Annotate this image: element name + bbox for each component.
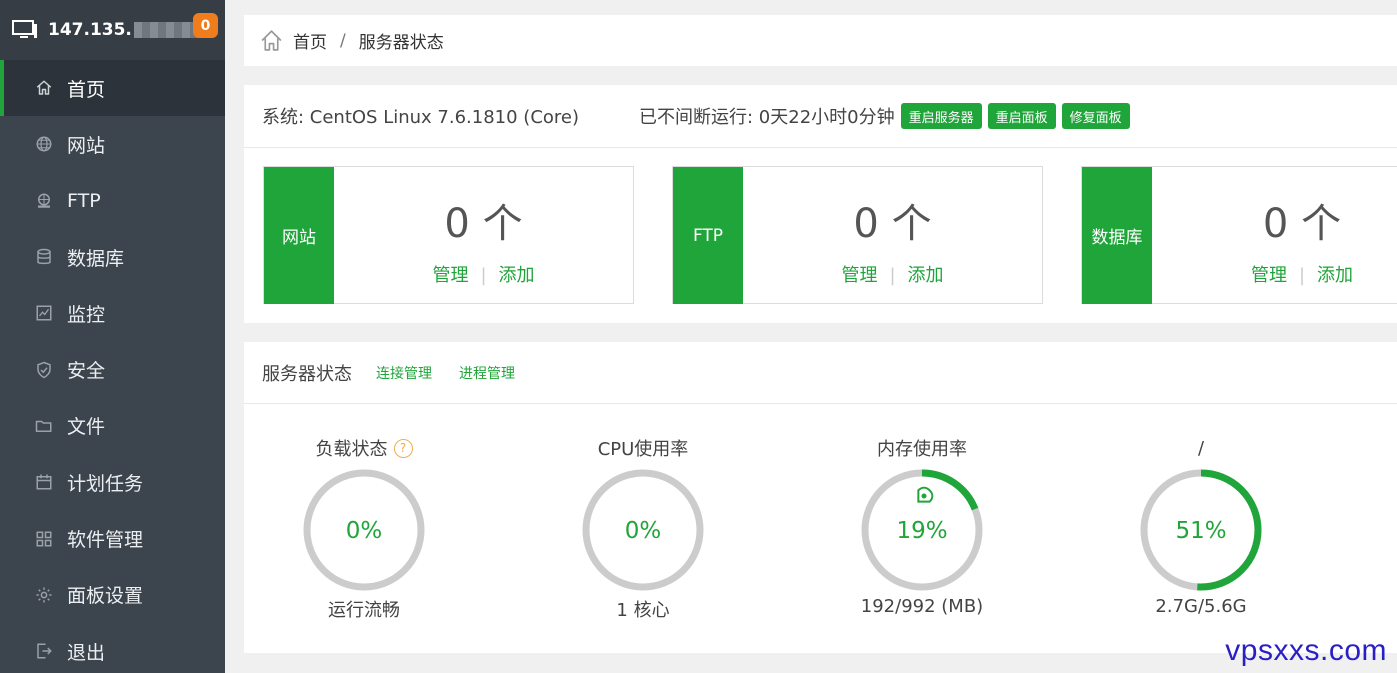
gauge-percent: 51% xyxy=(1175,518,1226,544)
server-status-header: 服务器状态 连接管理 进程管理 xyxy=(244,342,1397,404)
sidebar-item-label: 首页 xyxy=(67,78,106,101)
sidebar-item-label: 计划任务 xyxy=(67,472,144,495)
breadcrumb: 首页 / 服务器状态 xyxy=(244,15,1397,66)
server-header: 147.135. 0 xyxy=(0,0,225,60)
gauge-percent: 0% xyxy=(625,518,662,544)
system-card: 系统: CentOS Linux 7.6.1810 (Core) 已不间断运行:… xyxy=(244,85,1397,323)
sidebar-item[interactable]: 监控 xyxy=(0,285,225,341)
breadcrumb-separator: / xyxy=(340,30,346,51)
stat-count: 0 个 xyxy=(853,201,932,247)
stat-card-ftp: FTP 0 个 管理 | 添加 xyxy=(672,166,1043,304)
manage-ftp-link[interactable]: 管理 xyxy=(841,265,877,286)
sidebar-item-label: 退出 xyxy=(67,641,106,664)
restart-panel-button[interactable]: 重启面板 xyxy=(987,103,1056,129)
process-manage-link[interactable]: 进程管理 xyxy=(459,363,515,383)
sidebar-item-label: 安全 xyxy=(67,360,106,383)
gauge-title: 负载状态 xyxy=(315,439,388,460)
manage-sites-link[interactable]: 管理 xyxy=(432,265,468,286)
sidebar-item[interactable]: 退出 xyxy=(0,623,225,673)
ftp-icon xyxy=(34,191,54,211)
sidebar-item-label: 数据库 xyxy=(67,247,125,270)
server-status-card: 服务器状态 连接管理 进程管理 负载状态? 0% 运行流畅 CPU使用率 0% 1 核心 内… xyxy=(244,342,1397,653)
sidebar-item-label: 面板设置 xyxy=(67,585,144,608)
os-info: 系统: CentOS Linux 7.6.1810 (Core) xyxy=(262,107,580,128)
rocket-icon xyxy=(917,486,934,503)
breadcrumb-home[interactable]: 首页 xyxy=(293,28,327,53)
gauge: 内存使用率 19% 192/992 (MB) xyxy=(822,436,1022,617)
gauge: 负载状态? 0% 运行流畅 xyxy=(264,436,464,622)
restart-server-button[interactable]: 重启服务器 xyxy=(900,103,982,129)
database-icon xyxy=(34,247,54,267)
sidebar-item[interactable]: 首页 xyxy=(0,60,225,117)
stat-count: 0 个 xyxy=(444,201,523,247)
stat-tag: FTP xyxy=(673,167,743,304)
gauge-title: / xyxy=(1197,437,1205,459)
globe-icon xyxy=(34,134,54,154)
link-divider: | xyxy=(480,265,487,286)
server-status-title: 服务器状态 xyxy=(262,363,352,385)
sidebar-item[interactable]: 安全 xyxy=(0,341,225,397)
home-icon[interactable] xyxy=(259,28,284,53)
connection-manage-link[interactable]: 连接管理 xyxy=(376,363,432,383)
gauge-footer: 运行流畅 xyxy=(328,600,400,621)
gauge: / 51% 2.7G/5.6G xyxy=(1101,436,1301,617)
logout-icon xyxy=(34,641,54,661)
grid-apps-icon xyxy=(34,529,54,549)
gauge-ring[interactable]: 19% xyxy=(858,466,986,594)
sidebar-item-label: 文件 xyxy=(67,416,106,439)
server-ip: 147.135. xyxy=(48,20,132,40)
gauge: CPU使用率 0% 1 核心 xyxy=(543,436,743,622)
sidebar-item[interactable]: 软件管理 xyxy=(0,510,225,566)
sidebar-item-label: 监控 xyxy=(67,303,106,326)
breadcrumb-current: 服务器状态 xyxy=(358,33,444,53)
sidebar: 147.135. 0 首页网站 FTP 数据库监控安全文件计划任务软件管理面板设置退… xyxy=(0,0,225,673)
sidebar-item[interactable]: 数据库 xyxy=(0,229,225,285)
folder-icon xyxy=(34,416,54,436)
stat-tag: 数据库 xyxy=(1082,167,1152,304)
gauge-title: CPU使用率 xyxy=(597,439,689,460)
gauge-ring[interactable]: 51% xyxy=(1137,466,1265,594)
sidebar-item[interactable]: 文件 xyxy=(0,398,225,454)
sidebar-item-label: FTP xyxy=(67,189,101,212)
gauge-ring[interactable]: 0% xyxy=(300,466,428,594)
gauge-ring[interactable]: 0% xyxy=(579,466,707,594)
link-divider: | xyxy=(1298,265,1306,286)
add-ftp-link[interactable]: 添加 xyxy=(908,265,944,286)
system-info-bar: 系统: CentOS Linux 7.6.1810 (Core) 已不间断运行:… xyxy=(244,85,1397,148)
add-site-link[interactable]: 添加 xyxy=(499,265,535,286)
stat-count: 0 个 xyxy=(1262,201,1342,247)
shield-icon xyxy=(34,360,54,380)
manage-database-link[interactable]: 管理 xyxy=(1251,265,1287,286)
gauge-percent: 0% xyxy=(346,518,383,544)
monitor-chart-icon xyxy=(34,303,54,323)
add-database-link[interactable]: 添加 xyxy=(1317,265,1353,286)
sidebar-item-label: 网站 xyxy=(67,134,106,157)
sidebar-item-label: 软件管理 xyxy=(67,529,144,552)
gauge-percent: 19% xyxy=(896,518,947,544)
repair-panel-button[interactable]: 修复面板 xyxy=(1061,103,1130,129)
sidebar-item[interactable]: 网站 xyxy=(0,116,225,172)
uptime-info: 已不间断运行: 0天22小时0分钟 xyxy=(639,107,895,128)
sidebar-item[interactable]: FTP xyxy=(0,173,225,229)
gauge-footer: 2.7G/5.6G xyxy=(1155,596,1247,617)
gear-icon xyxy=(34,585,54,605)
gauge-footer: 192/992 (MB) xyxy=(860,596,984,617)
watermark: vpsxxs.com xyxy=(1225,634,1387,667)
ip-redaction-mask xyxy=(133,22,202,38)
sidebar-item[interactable]: 面板设置 xyxy=(0,567,225,623)
stat-card-sites: 网站 0 个 管理 | 添加 xyxy=(263,166,634,304)
stat-tag: 网站 xyxy=(264,167,334,304)
home-icon xyxy=(34,78,54,98)
gauge-footer: 1 核心 xyxy=(616,600,670,621)
stat-card-database: 数据库 0 个 管理 | 添加 xyxy=(1081,166,1397,304)
notification-badge[interactable]: 0 xyxy=(193,13,218,38)
monitor-icon xyxy=(12,20,37,38)
gauge-title: 内存使用率 xyxy=(877,439,967,460)
link-divider: | xyxy=(889,265,896,286)
sidebar-item[interactable]: 计划任务 xyxy=(0,454,225,510)
help-icon[interactable]: ? xyxy=(393,438,413,458)
calendar-icon xyxy=(34,472,54,492)
